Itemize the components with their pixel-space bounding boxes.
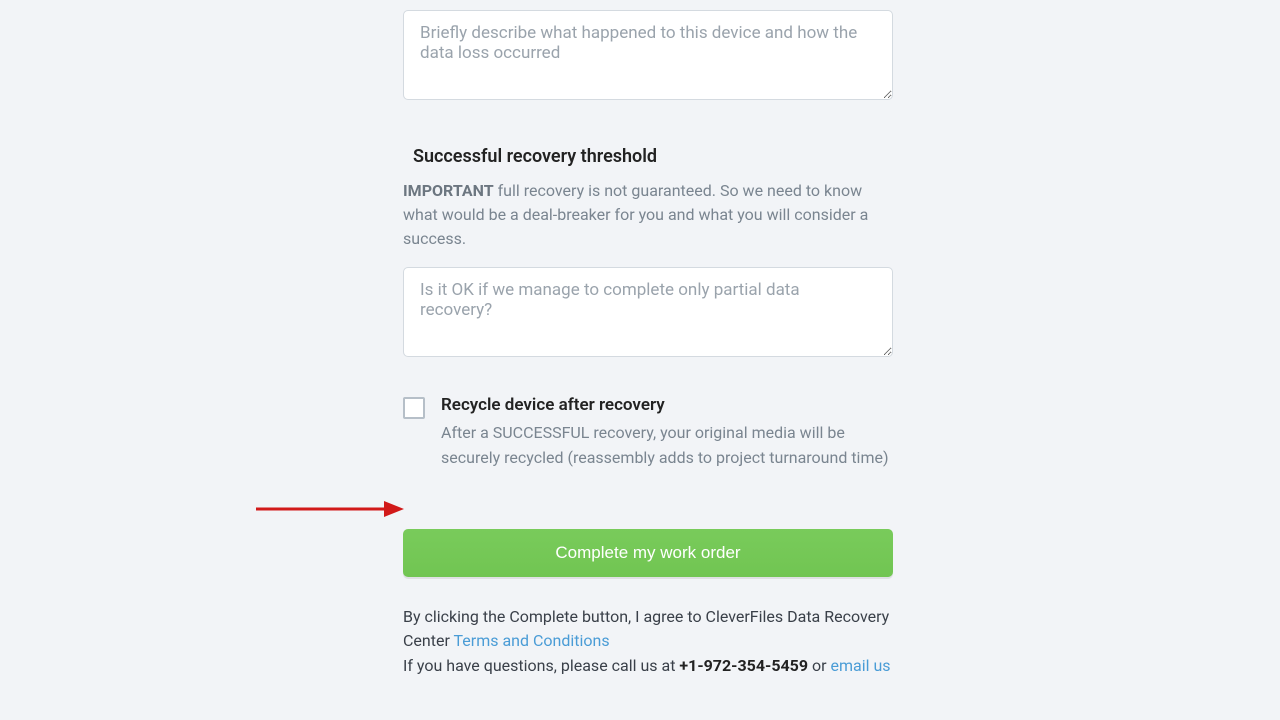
contact-prefix: If you have questions, please call us at bbox=[403, 656, 679, 675]
or-text: or bbox=[808, 656, 830, 675]
threshold-help-text: IMPORTANT full recovery is not guarantee… bbox=[403, 179, 893, 251]
threshold-heading: Successful recovery threshold bbox=[413, 146, 893, 167]
terms-link[interactable]: Terms and Conditions bbox=[454, 631, 610, 650]
threshold-input[interactable] bbox=[403, 267, 893, 357]
recycle-checkbox[interactable] bbox=[403, 397, 425, 419]
recycle-label: Recycle device after recovery bbox=[441, 395, 893, 415]
work-order-form: Successful recovery threshold IMPORTANT … bbox=[403, 0, 893, 679]
recycle-checkbox-group: Recycle device after recovery After a SU… bbox=[403, 395, 893, 471]
recycle-description: After a SUCCESSFUL recovery, your origin… bbox=[441, 421, 893, 471]
phone-number: +1-972-354-5459 bbox=[679, 656, 808, 675]
agreement-text: By clicking the Complete button, I agree… bbox=[403, 605, 893, 679]
device-description-input[interactable] bbox=[403, 10, 893, 100]
email-link[interactable]: email us bbox=[831, 656, 891, 675]
annotation-arrow-icon bbox=[256, 498, 404, 520]
important-label: IMPORTANT bbox=[403, 181, 494, 200]
recycle-text-block: Recycle device after recovery After a SU… bbox=[441, 395, 893, 471]
complete-order-button[interactable]: Complete my work order bbox=[403, 529, 893, 577]
